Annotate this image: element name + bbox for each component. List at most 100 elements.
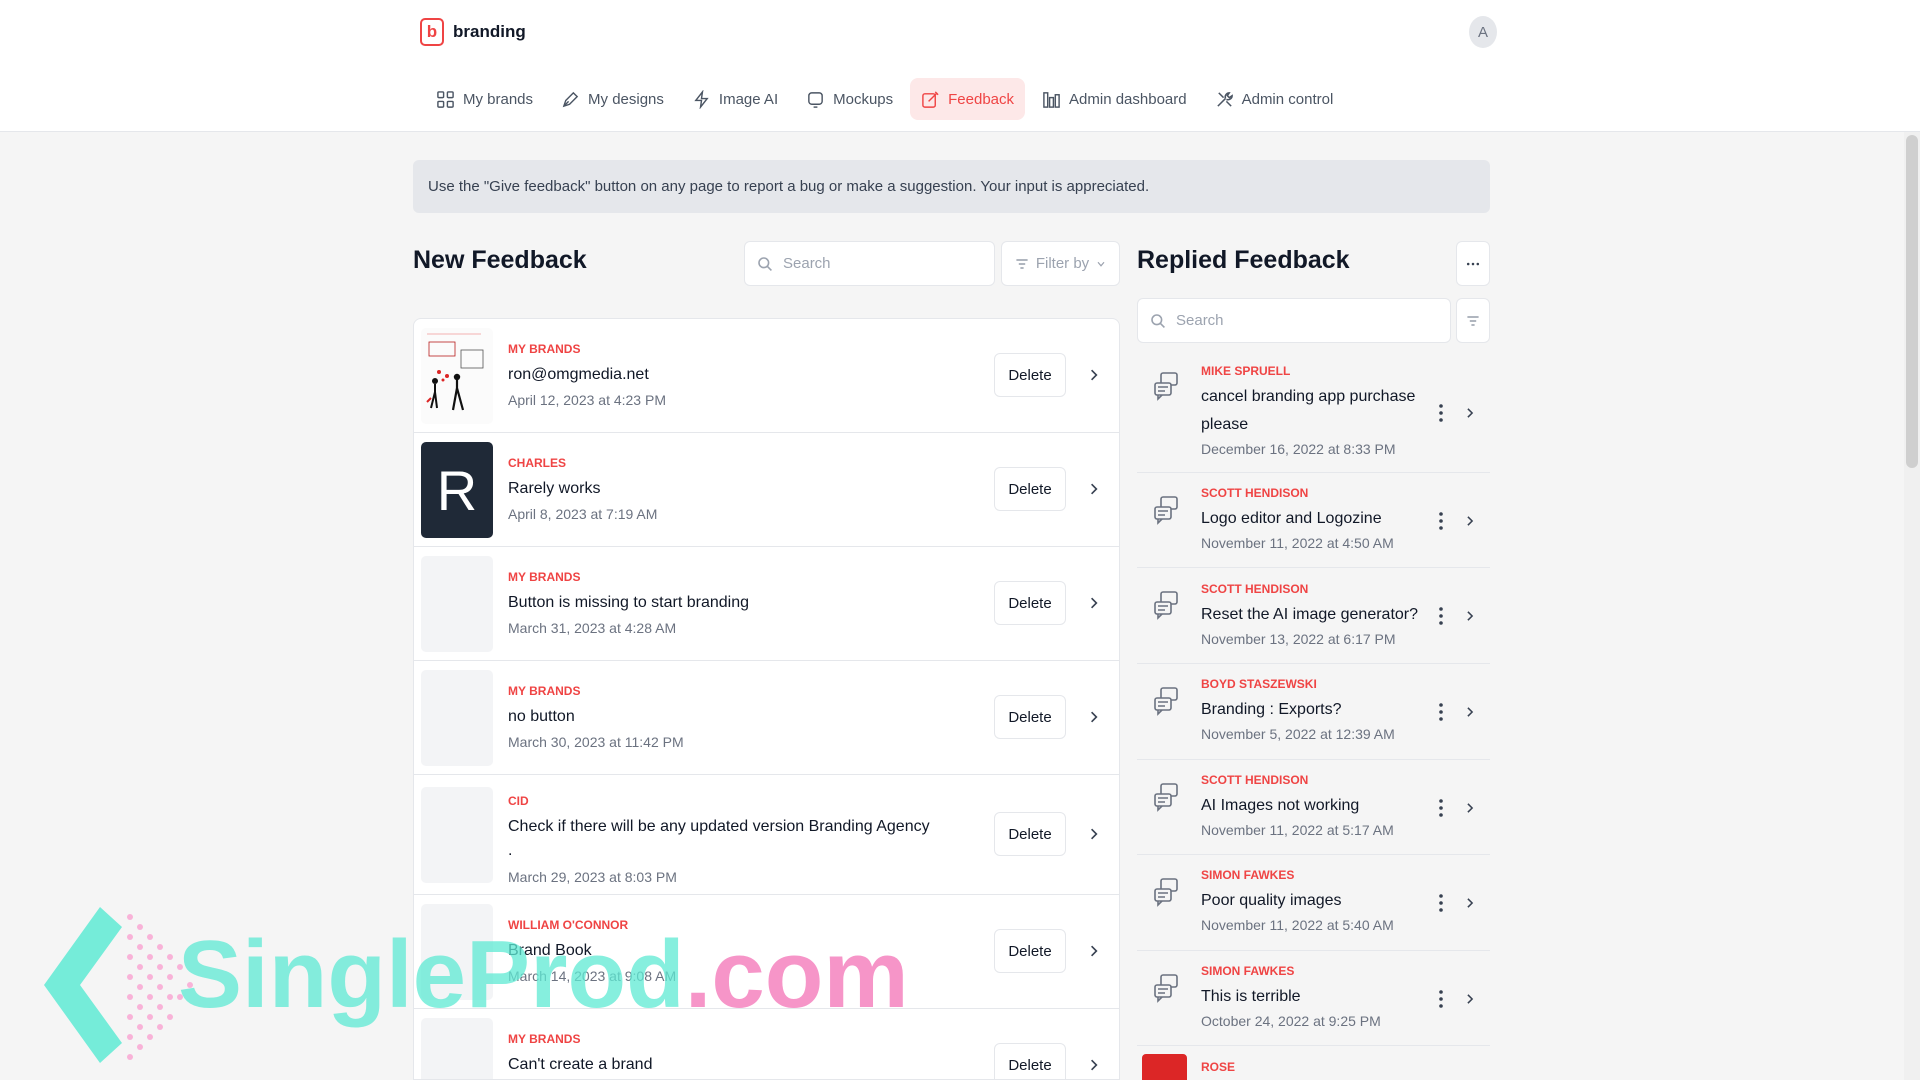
chevron-right-icon[interactable]	[1086, 1057, 1102, 1073]
avatar[interactable]: A	[1469, 16, 1497, 48]
replied-title: Reset the AI image generator?	[1201, 606, 1419, 623]
chevron-down-icon	[1097, 261, 1105, 267]
chevron-right-icon[interactable]	[1086, 481, 1102, 497]
feedback-date: April 8, 2023 at 7:19 AM	[508, 506, 658, 522]
replied-author: ROSE	[1201, 1060, 1236, 1074]
chart-icon	[1043, 91, 1060, 108]
search-placeholder: Search	[1176, 312, 1224, 329]
watermark-part1: SingleProd	[178, 921, 685, 1028]
replied-row[interactable]: MIKE SPRUELL cancel branding app purchas…	[1137, 353, 1490, 473]
replied-author: SIMON FAWKES	[1201, 964, 1295, 978]
kebab-menu-icon[interactable]	[1438, 403, 1444, 423]
replied-row[interactable]: SIMON FAWKES Poor quality images Novembe…	[1137, 855, 1490, 951]
replied-row[interactable]: SIMON FAWKES This is terrible October 24…	[1137, 951, 1490, 1046]
chevron-right-icon[interactable]	[1463, 406, 1477, 420]
replied-date: November 11, 2022 at 5:40 AM	[1201, 917, 1394, 933]
nav-mockups[interactable]: Mockups	[795, 78, 904, 120]
nav-feedback[interactable]: Feedback	[910, 78, 1026, 120]
replied-row[interactable]: SCOTT HENDISON AI Images not working Nov…	[1137, 760, 1490, 855]
chevron-right-icon[interactable]	[1463, 896, 1477, 910]
chevron-right-icon[interactable]	[1086, 595, 1102, 611]
app-name: branding	[453, 22, 526, 41]
more-options-button[interactable]	[1456, 241, 1490, 286]
chat-bubbles-icon	[1154, 974, 1178, 1003]
chat-bubbles-icon	[1154, 372, 1178, 401]
feedback-thumbnail: R	[421, 442, 493, 538]
nav-admin-control[interactable]: Admin control	[1204, 78, 1345, 120]
nav-label: Admin dashboard	[1069, 90, 1187, 108]
delete-button[interactable]: Delete	[994, 929, 1066, 973]
feedback-thumbnail	[421, 556, 493, 652]
replied-row[interactable]: SCOTT HENDISON Reset the AI image genera…	[1137, 568, 1490, 664]
kebab-menu-icon[interactable]	[1438, 989, 1444, 1009]
kebab-menu-icon[interactable]	[1438, 893, 1444, 913]
feedback-category: MY BRANDS	[508, 342, 581, 356]
replied-row[interactable]: SCOTT HENDISON Logo editor and Logozine …	[1137, 473, 1490, 568]
feedback-row[interactable]: CID Check if there will be any updated v…	[414, 775, 1119, 895]
kebab-menu-icon[interactable]	[1438, 798, 1444, 818]
feedback-category: MY BRANDS	[508, 684, 581, 698]
kebab-menu-icon[interactable]	[1438, 702, 1444, 722]
feedback-title: Can't create a brand	[508, 1056, 653, 1073]
nav-admin-dashboard[interactable]: Admin dashboard	[1031, 78, 1198, 120]
nav-image-ai[interactable]: Image AI	[681, 78, 789, 120]
replied-feedback-title: Replied Feedback	[1137, 246, 1350, 274]
feedback-title-continuation: .	[508, 842, 513, 859]
feedback-title: Button is missing to start branding	[508, 594, 750, 611]
filter-icon	[1016, 258, 1028, 269]
feedback-category: MY BRANDS	[508, 1032, 581, 1046]
replied-date: October 24, 2022 at 9:25 PM	[1201, 1013, 1381, 1029]
new-feedback-search[interactable]: Search	[744, 241, 995, 286]
new-feedback-title: New Feedback	[413, 246, 587, 274]
watermark-text: SingleProd.com	[178, 920, 909, 1030]
feedback-category: CHARLES	[508, 456, 567, 470]
feedback-thumbnail	[421, 787, 493, 883]
chevron-right-icon[interactable]	[1463, 801, 1477, 815]
feedback-row[interactable]: MY BRANDS no button March 30, 2023 at 11…	[414, 661, 1119, 775]
feedback-date: March 29, 2023 at 8:03 PM	[508, 869, 677, 885]
nav-label: Image AI	[718, 90, 779, 108]
bolt-icon	[694, 89, 709, 109]
chevron-right-icon[interactable]	[1463, 514, 1477, 528]
feedback-row[interactable]: R CHARLES Rarely works April 8, 2023 at …	[414, 433, 1119, 547]
watermark-part2: .com	[684, 921, 909, 1028]
feedback-row[interactable]: MY BRANDS Button is missing to start bra…	[414, 547, 1119, 661]
replied-author: SCOTT HENDISON	[1201, 582, 1309, 596]
replied-feedback-search[interactable]: Search	[1137, 298, 1451, 343]
chevron-right-icon[interactable]	[1463, 705, 1477, 719]
feedback-title: Rarely works	[508, 480, 601, 497]
chevron-right-icon[interactable]	[1086, 367, 1102, 383]
kebab-menu-icon[interactable]	[1438, 606, 1444, 626]
search-placeholder: Search	[783, 255, 831, 272]
replied-date: December 16, 2022 at 8:33 PM	[1201, 441, 1396, 457]
delete-button[interactable]: Delete	[994, 812, 1066, 856]
info-banner: Use the "Give feedback" button on any pa…	[413, 160, 1490, 213]
delete-button[interactable]: Delete	[994, 581, 1066, 625]
delete-button[interactable]: Delete	[994, 695, 1066, 739]
chevron-right-icon[interactable]	[1463, 992, 1477, 1006]
delete-button[interactable]: Delete	[994, 467, 1066, 511]
chevron-right-icon[interactable]	[1086, 709, 1102, 725]
replied-title: This is terrible	[1201, 988, 1301, 1005]
replied-author: SIMON FAWKES	[1201, 868, 1295, 882]
replied-filter-button[interactable]	[1456, 298, 1490, 343]
feedback-row[interactable]: MY BRANDS ron@omgmedia.net April 12, 202…	[414, 319, 1119, 433]
replied-row[interactable]: ROSE	[1137, 1046, 1490, 1080]
filter-dropdown[interactable]: Filter by	[1001, 241, 1120, 286]
feedback-category: CID	[508, 794, 529, 808]
chevron-right-icon[interactable]	[1463, 609, 1477, 623]
scrollbar-thumb[interactable]	[1906, 135, 1918, 468]
app-logo[interactable]: b branding	[420, 18, 526, 46]
replied-date: November 11, 2022 at 4:50 AM	[1201, 535, 1394, 551]
delete-button[interactable]: Delete	[994, 1043, 1066, 1079]
kebab-menu-icon[interactable]	[1438, 511, 1444, 531]
search-icon	[1151, 313, 1165, 328]
delete-button[interactable]: Delete	[994, 353, 1066, 397]
edit-icon	[922, 90, 939, 108]
replied-row[interactable]: BOYD STASZEWSKI Branding : Exports? Nove…	[1137, 664, 1490, 760]
nav-my-designs[interactable]: My designs	[550, 78, 675, 120]
nav-my-brands[interactable]: My brands	[425, 78, 544, 120]
chevron-right-icon[interactable]	[1086, 826, 1102, 842]
chevron-right-icon[interactable]	[1086, 943, 1102, 959]
chat-bubbles-icon	[1154, 496, 1178, 525]
